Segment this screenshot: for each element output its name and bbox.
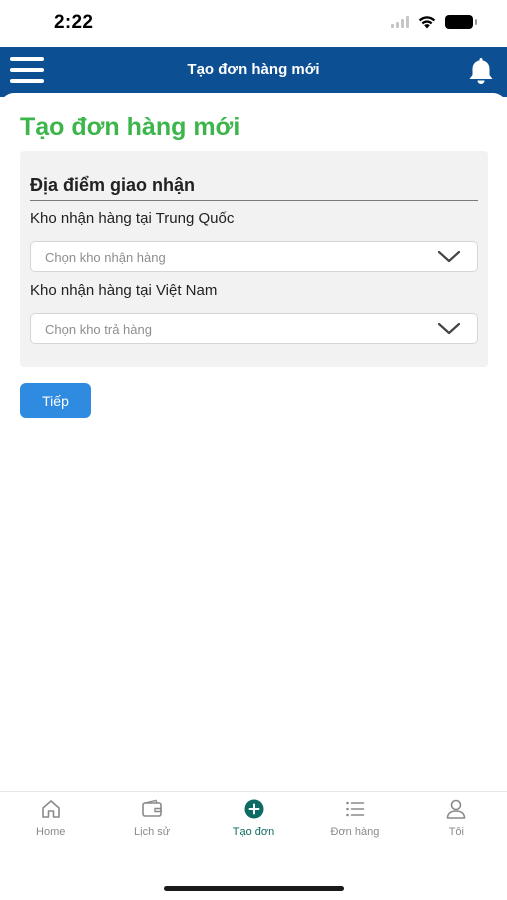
tab-orders-label: Đơn hàng [330,826,380,838]
status-time: 2:22 [54,12,94,33]
bell-icon[interactable] [465,55,497,87]
tab-profile-label: Tôi [448,826,464,838]
china-warehouse-placeholder: Chọn kho nhận hàng [45,250,166,265]
header-title: Tạo đơn hàng mới [187,61,320,78]
page-title: Tạo đơn hàng mới [20,113,241,141]
tab-orders[interactable]: Đơn hàng [304,792,405,847]
tab-history-label: Lịch sử [134,826,171,838]
tab-profile[interactable]: Tôi [406,792,507,847]
tab-history[interactable]: Lịch sử [101,792,202,847]
status-bar: 2:22 [0,0,507,47]
signal-icon [391,16,409,28]
chevron-down-icon [437,322,461,335]
app-header: Tạo đơn hàng mới [0,47,507,97]
tab-create-order[interactable]: Tạo đơn [203,792,304,847]
vietnam-warehouse-label: Kho nhận hàng tại Việt Nam [30,282,218,299]
delivery-location-section: Địa điểm giao nhận Kho nhận hàng tại Tru… [20,151,488,367]
chevron-down-icon [437,250,461,263]
tab-home-label: Home [36,826,66,838]
tab-create-order-label: Tạo đơn [232,826,275,838]
vietnam-warehouse-placeholder: Chọn kho trả hàng [45,322,152,337]
vietnam-warehouse-select[interactable]: Chọn kho trả hàng [30,313,478,344]
main-content: Tạo đơn hàng mới Địa điểm giao nhận Kho … [0,93,507,793]
user-icon [445,798,467,820]
next-button[interactable]: Tiếp [20,383,91,418]
home-icon [40,798,62,820]
add-circle-icon [243,798,265,820]
tab-home[interactable]: Home [0,792,101,847]
bottom-tab-bar: Home Lịch sử Tạo đơn Đơn hàng Tôi [0,791,507,847]
china-warehouse-label: Kho nhận hàng tại Trung Quốc [30,210,235,227]
status-icons [391,15,477,29]
wifi-icon [418,16,436,29]
wallet-icon [141,798,163,820]
battery-icon [445,15,477,29]
section-divider [30,200,478,201]
china-warehouse-select[interactable]: Chọn kho nhận hàng [30,241,478,272]
list-icon [344,798,366,820]
section-heading: Địa điểm giao nhận [30,175,196,195]
home-indicator[interactable] [164,886,344,891]
